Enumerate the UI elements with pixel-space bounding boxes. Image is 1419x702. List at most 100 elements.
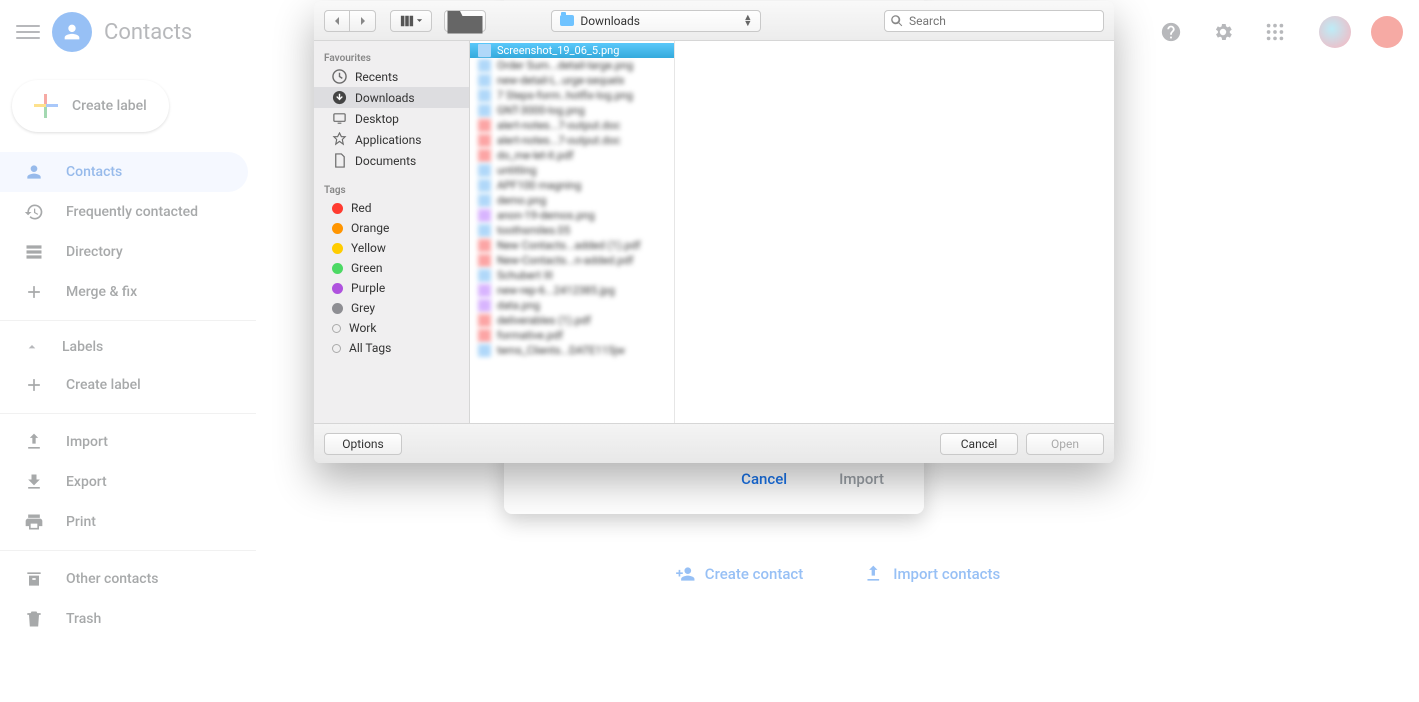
labels-header[interactable]: Labels xyxy=(0,329,256,365)
file-row[interactable]: APF100 magning xyxy=(470,178,674,193)
export-icon xyxy=(24,472,44,492)
file-row[interactable]: 7 Steps-form..hotfix-log.png xyxy=(470,88,674,103)
labels-header-label: Labels xyxy=(62,339,103,355)
sidebar-item-trash[interactable]: Trash xyxy=(0,599,248,639)
file-row[interactable]: formative.pdf xyxy=(470,328,674,343)
desktop-icon xyxy=(332,111,347,126)
tag-all[interactable]: All Tags xyxy=(314,338,469,358)
create-contact-button[interactable]: Create label xyxy=(12,80,169,132)
file-name: APF100 magning xyxy=(497,179,581,192)
file-type-icon xyxy=(478,284,491,297)
merge-icon xyxy=(24,282,44,302)
settings-icon[interactable] xyxy=(1203,12,1243,52)
sidebar-item-contacts[interactable]: Contacts xyxy=(0,152,248,192)
tag-dot-icon xyxy=(332,263,343,274)
tag-orange[interactable]: Orange xyxy=(314,218,469,238)
tag-purple[interactable]: Purple xyxy=(314,278,469,298)
folder-icon xyxy=(445,6,485,36)
import-icon xyxy=(24,432,44,452)
file-row[interactable]: data.png xyxy=(470,298,674,313)
file-row[interactable]: new-rep-6...2412385.jpg xyxy=(470,283,674,298)
tag-grey[interactable]: Grey xyxy=(314,298,469,318)
tags-label: Tags xyxy=(314,181,469,198)
file-type-icon xyxy=(478,239,491,252)
search-input[interactable] xyxy=(909,14,1097,28)
account-avatar-1[interactable] xyxy=(1319,16,1351,48)
file-row[interactable]: toothsmiles.05 xyxy=(470,223,674,238)
import-dialog-import-button[interactable]: Import xyxy=(827,462,896,496)
sidebar-item-frequent[interactable]: Frequently contacted xyxy=(0,192,248,232)
apps-icon[interactable] xyxy=(1255,12,1295,52)
sidebar-item-label: Applications xyxy=(355,133,421,147)
file-row[interactable]: do_me-let-it.pdf xyxy=(470,148,674,163)
file-row[interactable]: alert-notes...7-output.doc xyxy=(470,118,674,133)
file-row[interactable]: demo.png xyxy=(470,193,674,208)
file-row[interactable]: anon-19-demos.png xyxy=(470,208,674,223)
file-row[interactable]: Screenshot_19_06_5.png xyxy=(470,43,674,58)
file-row[interactable]: untitling xyxy=(470,163,674,178)
file-row[interactable]: tems_Clients...DATE115jw xyxy=(470,343,674,358)
file-name: untitling xyxy=(497,164,537,177)
contacts-logo-icon xyxy=(52,12,92,52)
tag-label: All Tags xyxy=(349,341,391,355)
tag-work[interactable]: Work xyxy=(314,318,469,338)
sidebar-item-create-label[interactable]: Create label xyxy=(0,365,248,405)
open-button[interactable]: Open xyxy=(1026,433,1104,455)
sidebar-item-desktop[interactable]: Desktop xyxy=(314,108,469,129)
file-row[interactable]: Order Sum...detail-large.png xyxy=(470,58,674,73)
tag-green[interactable]: Green xyxy=(314,258,469,278)
sidebar-item-label: Other contacts xyxy=(66,571,158,587)
sidebar-item-downloads[interactable]: Downloads xyxy=(314,87,469,108)
cancel-button[interactable]: Cancel xyxy=(940,433,1018,455)
chevron-updown-icon: ▲▼ xyxy=(743,15,752,27)
file-name: New-Contacts...n-added.pdf xyxy=(497,254,633,267)
sidebar-item-export[interactable]: Export xyxy=(0,462,248,502)
file-row[interactable]: new-detail-L..urge-sequelx xyxy=(470,73,674,88)
sidebar-item-label: Trash xyxy=(66,611,101,627)
file-row[interactable]: Schubert III xyxy=(470,268,674,283)
sidebar-item-other[interactable]: Other contacts xyxy=(0,559,248,599)
file-row[interactable]: alert-notes...7-output.doc xyxy=(470,133,674,148)
sidebar-item-documents[interactable]: Documents xyxy=(314,150,469,171)
documents-icon xyxy=(332,153,347,168)
search-icon xyxy=(891,15,903,27)
location-dropdown[interactable]: Downloads ▲▼ xyxy=(551,10,761,32)
sidebar-item-directory[interactable]: Directory xyxy=(0,232,248,272)
tag-yellow[interactable]: Yellow xyxy=(314,238,469,258)
file-list: Screenshot_19_06_5.pngOrder Sum...detail… xyxy=(470,41,1114,423)
upload-icon xyxy=(863,564,883,584)
group-button[interactable] xyxy=(444,10,486,32)
sidebar-item-merge[interactable]: Merge & fix xyxy=(0,272,248,312)
sidebar-item-recents[interactable]: Recents xyxy=(314,66,469,87)
file-name: GNT-3000-log.png xyxy=(497,104,585,117)
sidebar-item-applications[interactable]: Applications xyxy=(314,129,469,150)
import-dialog-cancel-button[interactable]: Cancel xyxy=(729,462,799,496)
file-name: do_me-let-it.pdf xyxy=(497,149,573,162)
import-contacts-action[interactable]: Import contacts xyxy=(863,564,1000,584)
favourites-label: Favourites xyxy=(314,49,469,66)
account-avatar-2[interactable] xyxy=(1371,16,1403,48)
file-name: toothsmiles.05 xyxy=(497,224,570,237)
tag-dot-icon xyxy=(332,243,343,254)
menu-icon[interactable] xyxy=(16,20,40,44)
divider xyxy=(0,320,256,321)
file-picker-search[interactable] xyxy=(884,10,1104,32)
tag-red[interactable]: Red xyxy=(314,198,469,218)
sidebar-item-import[interactable]: Import xyxy=(0,422,248,462)
nav-forward-button[interactable] xyxy=(350,10,376,32)
tag-label: Grey xyxy=(351,301,375,315)
file-row[interactable]: GNT-3000-log.png xyxy=(470,103,674,118)
help-icon[interactable] xyxy=(1151,12,1191,52)
file-column[interactable]: Screenshot_19_06_5.pngOrder Sum...detail… xyxy=(470,41,675,423)
options-button[interactable]: Options xyxy=(324,433,402,455)
file-row[interactable]: deliverables (1).pdf xyxy=(470,313,674,328)
nav-back-button[interactable] xyxy=(324,10,350,32)
file-row[interactable]: New-Contacts...n-added.pdf xyxy=(470,253,674,268)
file-row[interactable]: New Contacts...added (1).pdf xyxy=(470,238,674,253)
sidebar-item-print[interactable]: Print xyxy=(0,502,248,542)
sidebar: Create label Contacts Frequently contact… xyxy=(0,64,256,702)
file-picker-footer: Options Cancel Open xyxy=(314,423,1114,463)
view-mode-button[interactable] xyxy=(390,10,432,32)
create-contact-action[interactable]: Create contact xyxy=(675,564,803,584)
person-icon xyxy=(24,162,44,182)
